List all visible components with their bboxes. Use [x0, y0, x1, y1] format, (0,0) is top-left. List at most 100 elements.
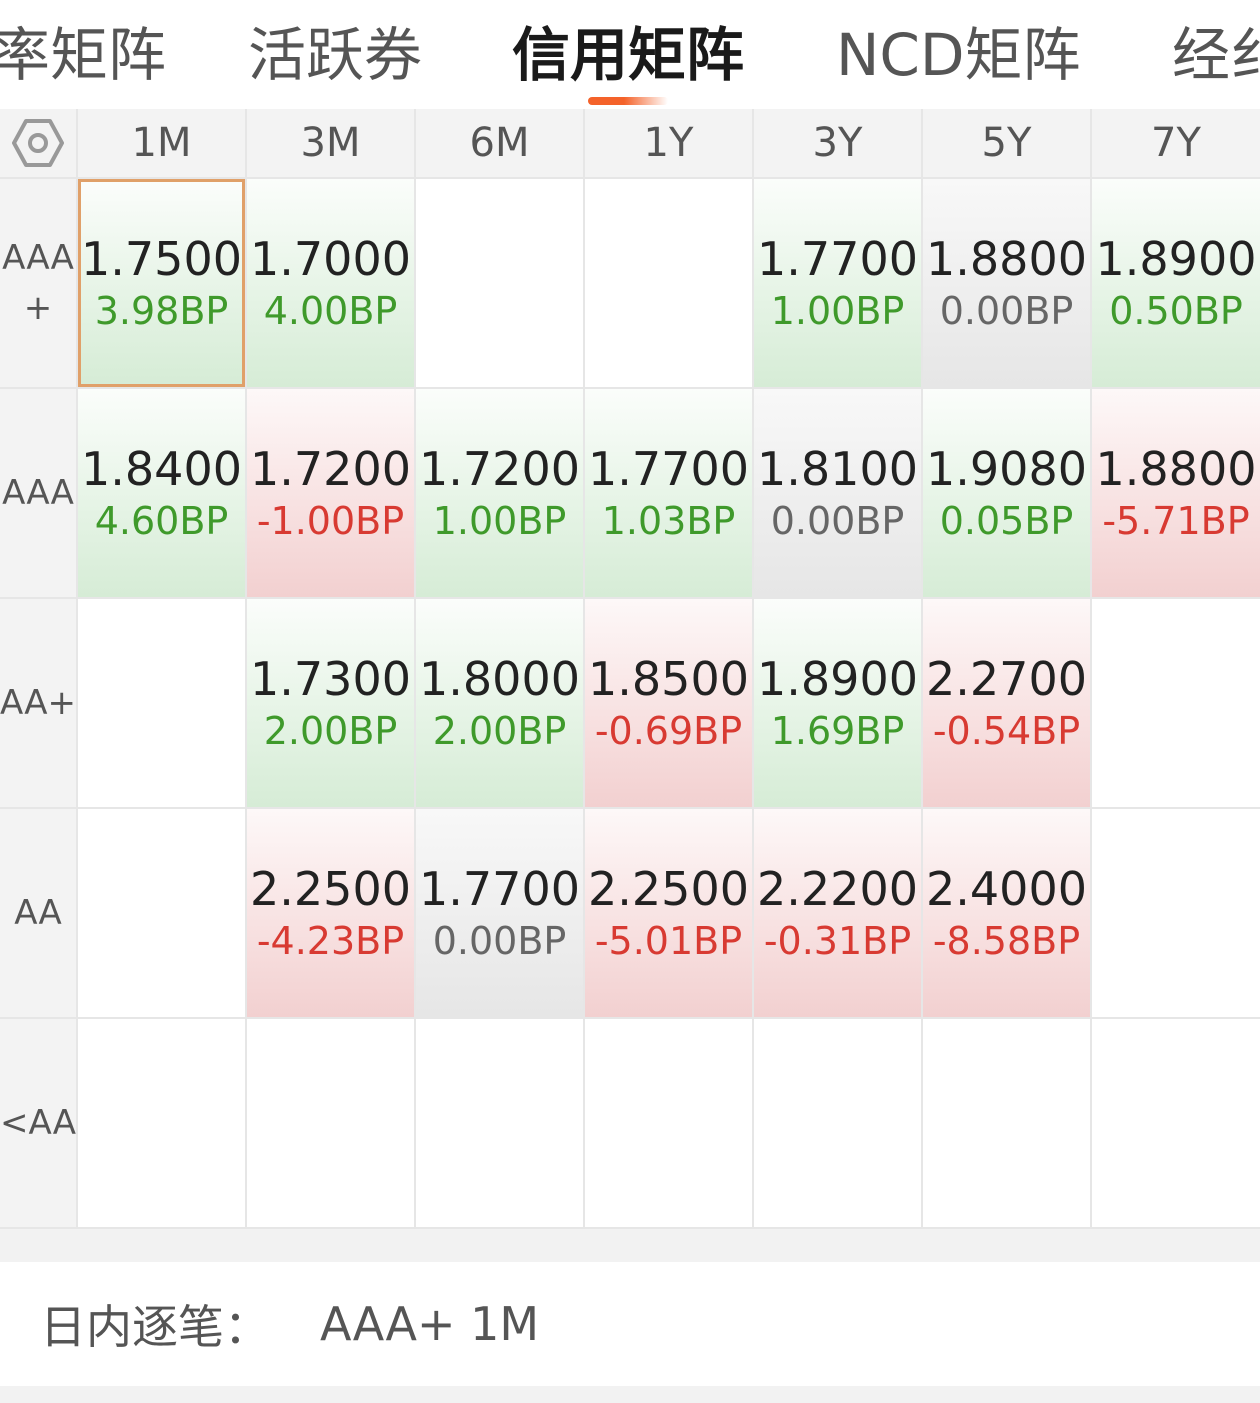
matrix-cell-empty: [1092, 599, 1260, 807]
yield-value: 1.7000: [250, 232, 411, 286]
yield-change: 3.98BP: [94, 289, 229, 333]
yield-value: 1.8500: [588, 652, 749, 706]
matrix-cell-empty: [78, 1019, 245, 1227]
tab-ncd-matrix[interactable]: NCD矩阵: [836, 20, 1081, 90]
matrix-cell[interactable]: 1.8900 0.50BP: [1092, 179, 1260, 387]
column-header-7y[interactable]: 7Y: [1092, 109, 1260, 177]
matrix-cell-empty: [1092, 809, 1260, 1017]
yield-change: -0.69BP: [594, 709, 743, 753]
matrix-cell[interactable]: 1.8800 0.00BP: [923, 179, 1090, 387]
matrix-cell[interactable]: 1.8500 -0.69BP: [585, 599, 752, 807]
yield-change: -4.23BP: [256, 919, 405, 963]
matrix-cell[interactable]: 1.7500 3.98BP: [78, 179, 245, 387]
matrix-cell[interactable]: 1.7700 1.00BP: [754, 179, 921, 387]
row-header: <AA: [0, 1019, 76, 1227]
matrix-cell-empty: [585, 179, 752, 387]
row-header: AAA: [0, 389, 76, 597]
tab-economic[interactable]: 经纟: [1172, 20, 1260, 90]
matrix-cell[interactable]: 2.2200 -0.31BP: [754, 809, 921, 1017]
intraday-ticks-label: 日内逐笔：: [40, 1300, 270, 1354]
matrix-cell[interactable]: 1.7200 1.00BP: [416, 389, 583, 597]
matrix-cell[interactable]: 1.8900 1.69BP: [754, 599, 921, 807]
yield-value: 1.8400: [81, 442, 242, 496]
column-header-1m[interactable]: 1M: [78, 109, 245, 177]
yield-change: -1.00BP: [256, 499, 405, 543]
yield-change: 0.00BP: [432, 919, 567, 963]
matrix-cell-empty: [754, 1019, 921, 1227]
matrix-cell[interactable]: 1.8000 2.00BP: [416, 599, 583, 807]
intraday-ticks-bar[interactable]: 日内逐笔： AAA+ 1M: [0, 1262, 1260, 1386]
matrix-cell-empty: [1092, 1019, 1260, 1227]
matrix-cell-empty: [78, 809, 245, 1017]
yield-value: 1.7300: [250, 652, 411, 706]
bottom-divider: [0, 1386, 1260, 1403]
yield-change: 0.00BP: [939, 289, 1074, 333]
yield-change: -0.31BP: [763, 919, 912, 963]
matrix-cell[interactable]: 1.7200 -1.00BP: [247, 389, 414, 597]
tab-rate-matrix[interactable]: 率矩阵: [0, 20, 166, 90]
yield-change: -5.71BP: [1102, 499, 1250, 543]
row-header-label: AAA+: [2, 238, 74, 328]
yield-change: 1.00BP: [432, 499, 567, 543]
column-header-6m[interactable]: 6M: [416, 109, 583, 177]
yield-value: 1.7200: [250, 442, 411, 496]
matrix-cell-empty: [923, 1019, 1090, 1227]
tab-active-bonds[interactable]: 活跃券: [248, 20, 422, 90]
yield-change: 4.60BP: [94, 499, 229, 543]
yield-value: 1.7500: [81, 232, 242, 286]
matrix-cell[interactable]: 1.8100 0.00BP: [754, 389, 921, 597]
yield-value: 1.7700: [588, 442, 749, 496]
column-header-3m[interactable]: 3M: [247, 109, 414, 177]
yield-value: 1.8800: [926, 232, 1087, 286]
column-header-5y[interactable]: 5Y: [923, 109, 1090, 177]
intraday-ticks-selection: AAA+ 1M: [320, 1297, 540, 1351]
yield-value: 2.2700: [926, 652, 1087, 706]
tab-bar: 率矩阵 活跃券 信用矩阵 NCD矩阵 经纟: [0, 0, 1260, 108]
tab-credit-matrix[interactable]: 信用矩阵: [512, 20, 744, 90]
row-header-label: <AA: [0, 1103, 76, 1143]
matrix-cell[interactable]: 1.7300 2.00BP: [247, 599, 414, 807]
yield-change: -0.54BP: [932, 709, 1081, 753]
yield-change: -8.58BP: [932, 919, 1081, 963]
row-header-label: AA: [14, 893, 62, 933]
yield-change: 1.69BP: [770, 709, 905, 753]
yield-change: 0.00BP: [770, 499, 905, 543]
column-header-3y[interactable]: 3Y: [754, 109, 921, 177]
section-gap: [0, 1229, 1260, 1262]
credit-matrix-grid: 1M 3M 6M 1Y 3Y 5Y 7Y AAA+ 1.7500 3.98BP 1.7000 4.00…: [0, 109, 1260, 1229]
row-header: AA+: [0, 599, 76, 807]
matrix-cell-empty: [247, 1019, 414, 1227]
yield-value: 1.8800: [1095, 442, 1257, 496]
yield-value: 1.7700: [757, 232, 918, 286]
yield-value: 1.9080: [926, 442, 1087, 496]
matrix-cell[interactable]: 2.2500 -4.23BP: [247, 809, 414, 1017]
column-header-1y[interactable]: 1Y: [585, 109, 752, 177]
yield-value: 1.8000: [419, 652, 580, 706]
yield-value: 2.2500: [250, 862, 411, 916]
matrix-cell[interactable]: 1.7000 4.00BP: [247, 179, 414, 387]
matrix-cell-empty: [78, 599, 245, 807]
yield-change: 0.05BP: [939, 499, 1074, 543]
yield-value: 1.7700: [419, 862, 580, 916]
yield-change: 4.00BP: [263, 289, 398, 333]
matrix-cell[interactable]: 1.7700 1.03BP: [585, 389, 752, 597]
yield-change: 2.00BP: [432, 709, 567, 753]
matrix-cell-empty: [585, 1019, 752, 1227]
yield-change: 1.03BP: [601, 499, 736, 543]
matrix-cell[interactable]: 1.8400 4.60BP: [78, 389, 245, 597]
matrix-cell[interactable]: 2.4000 -8.58BP: [923, 809, 1090, 1017]
yield-value: 1.8900: [1095, 232, 1257, 286]
yield-value: 2.4000: [926, 862, 1087, 916]
row-header: AAA+: [0, 179, 76, 387]
matrix-cell[interactable]: 1.7700 0.00BP: [416, 809, 583, 1017]
yield-change: 1.00BP: [770, 289, 905, 333]
settings-button[interactable]: [0, 109, 76, 177]
yield-value: 1.8100: [757, 442, 918, 496]
matrix-cell[interactable]: 1.9080 0.05BP: [923, 389, 1090, 597]
matrix-cell[interactable]: 2.2700 -0.54BP: [923, 599, 1090, 807]
yield-value: 2.2500: [588, 862, 749, 916]
row-header-label: AA+: [0, 683, 76, 723]
matrix-cell-empty: [416, 1019, 583, 1227]
matrix-cell[interactable]: 1.8800 -5.71BP: [1092, 389, 1260, 597]
matrix-cell[interactable]: 2.2500 -5.01BP: [585, 809, 752, 1017]
